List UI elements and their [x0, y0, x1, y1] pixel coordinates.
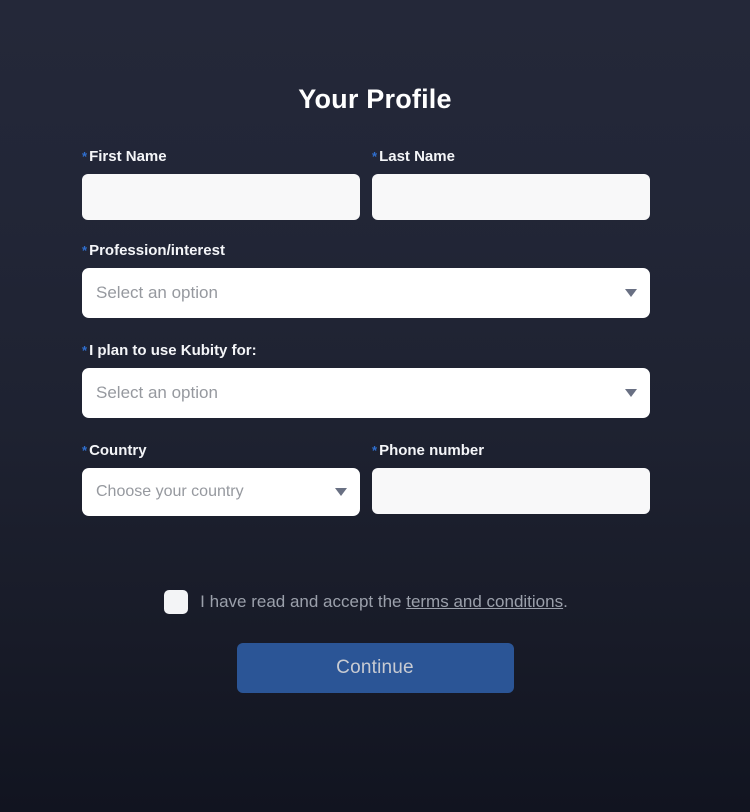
country-select[interactable]: Choose your country: [82, 468, 360, 516]
required-asterisk-icon: *: [372, 149, 378, 164]
phone-label-text: Phone number: [379, 442, 485, 459]
last-name-label: * Last Name: [372, 148, 650, 166]
field-phone: * Phone number: [372, 442, 650, 516]
required-asterisk-icon: *: [372, 443, 378, 458]
profession-select-wrap: Select an option: [82, 268, 650, 318]
field-first-name: * First Name: [82, 148, 360, 220]
terms-text-after: .: [563, 592, 568, 611]
first-name-label: * First Name: [82, 148, 360, 166]
plan-to-use-select-wrap: Select an option: [82, 368, 650, 418]
required-asterisk-icon: *: [82, 443, 88, 458]
required-asterisk-icon: *: [82, 243, 88, 258]
field-plan-to-use: * I plan to use Kubity for: Select an op…: [82, 342, 650, 418]
country-label-text: Country: [89, 442, 147, 459]
terms-row: I have read and accept the terms and con…: [82, 590, 650, 614]
field-country: * Country Choose your country: [82, 442, 360, 516]
terms-and-conditions-link[interactable]: terms and conditions: [406, 592, 563, 611]
country-phone-row: * Country Choose your country * Phone nu…: [82, 442, 650, 516]
profession-selected-value: Select an option: [96, 283, 218, 302]
last-name-input[interactable]: [372, 174, 650, 220]
phone-label: * Phone number: [372, 442, 650, 460]
field-profession: * Profession/interest Select an option: [82, 242, 650, 318]
continue-button-wrap: Continue: [0, 643, 750, 693]
terms-checkbox[interactable]: [164, 590, 189, 614]
name-row: * First Name * Last Name: [82, 148, 650, 220]
first-name-label-text: First Name: [89, 148, 167, 165]
profile-form: * First Name * Last Name * Profession/in…: [82, 148, 650, 516]
page-title: Your Profile: [298, 84, 452, 114]
phone-input[interactable]: [372, 468, 650, 514]
field-last-name: * Last Name: [372, 148, 650, 220]
terms-text: I have read and accept the terms and con…: [200, 591, 568, 613]
terms-text-before: I have read and accept the: [200, 592, 407, 611]
plan-to-use-selected-value: Select an option: [96, 383, 218, 402]
country-label: * Country: [82, 442, 360, 460]
country-selected-value: Choose your country: [96, 483, 244, 500]
plan-to-use-select[interactable]: Select an option: [82, 368, 650, 418]
first-name-input[interactable]: [82, 174, 360, 220]
continue-button[interactable]: Continue: [236, 643, 514, 693]
required-asterisk-icon: *: [82, 149, 88, 164]
profession-label-text: Profession/interest: [89, 242, 225, 259]
profile-screen: Your Profile * First Name * Last Name * …: [0, 0, 750, 812]
plan-to-use-label-text: I plan to use Kubity for:: [89, 342, 257, 359]
profession-select[interactable]: Select an option: [82, 268, 650, 318]
country-select-wrap: Choose your country: [82, 468, 360, 516]
plan-to-use-label: * I plan to use Kubity for:: [82, 342, 650, 360]
required-asterisk-icon: *: [82, 343, 88, 358]
profession-label: * Profession/interest: [82, 242, 650, 260]
last-name-label-text: Last Name: [379, 148, 455, 165]
